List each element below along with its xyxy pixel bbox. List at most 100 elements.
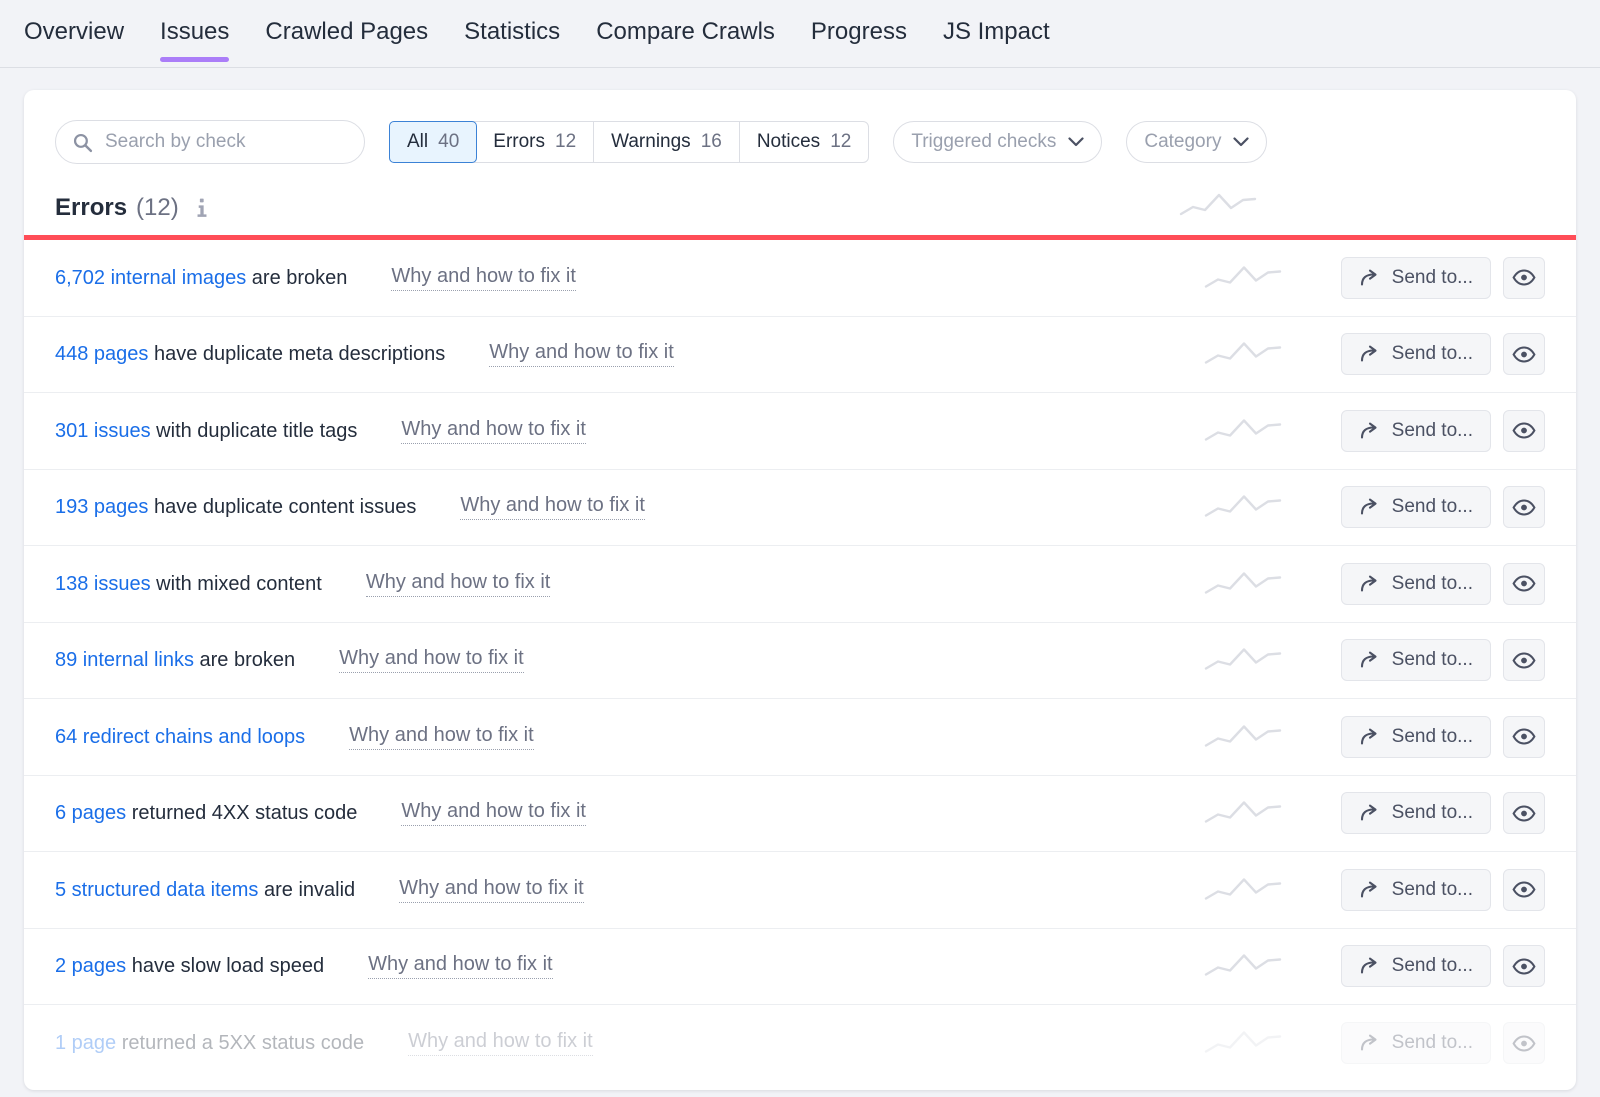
- toggle-visibility-button[interactable]: [1503, 945, 1545, 987]
- tab-progress[interactable]: Progress: [811, 18, 907, 62]
- issue-description: 5 structured data items are invalid: [55, 878, 355, 902]
- send-to-button[interactable]: Send to...: [1341, 410, 1491, 452]
- issue-count-link[interactable]: 5 structured data items: [55, 879, 258, 901]
- issue-sparkline: [1204, 719, 1282, 754]
- toggle-visibility-button[interactable]: [1503, 257, 1545, 299]
- eye-icon: [1512, 269, 1536, 286]
- issue-row[interactable]: 1 page returned a 5XX status code Why and…: [24, 1005, 1576, 1082]
- send-to-button[interactable]: Send to...: [1341, 945, 1491, 987]
- filter-count: 12: [555, 131, 576, 153]
- why-and-how-to-fix-it-link[interactable]: Why and how to fix it: [339, 647, 524, 673]
- issue-count-link[interactable]: 301 issues: [55, 420, 151, 442]
- issue-row[interactable]: 64 redirect chains and loops Why and how …: [24, 699, 1576, 776]
- dropdown-triggered-checks[interactable]: Triggered checks: [893, 121, 1102, 163]
- issue-row[interactable]: 138 issues with mixed contentWhy and how…: [24, 546, 1576, 623]
- issue-row[interactable]: 301 issues with duplicate title tagsWhy …: [24, 393, 1576, 470]
- send-to-label: Send to...: [1392, 343, 1473, 365]
- issue-count-link[interactable]: 6,702 internal images: [55, 267, 246, 289]
- issue-sparkline: [1204, 949, 1282, 984]
- why-and-how-to-fix-it-link[interactable]: Why and how to fix it: [399, 877, 584, 903]
- row-actions: Send to...: [1341, 716, 1545, 758]
- issue-description: 1 page returned a 5XX status code: [55, 1031, 364, 1055]
- tab-issues[interactable]: Issues: [160, 18, 229, 62]
- why-and-how-to-fix-it-link[interactable]: Why and how to fix it: [408, 1030, 593, 1056]
- issues-card: All40Errors12Warnings16 Notices 12 Trigger…: [24, 90, 1576, 1090]
- toggle-visibility-button[interactable]: [1503, 639, 1545, 681]
- share-arrow-icon: [1359, 497, 1381, 517]
- filter-label: Notices: [757, 131, 820, 153]
- issue-row[interactable]: 6,702 internal images are brokenWhy and …: [24, 240, 1576, 317]
- eye-icon: [1512, 805, 1536, 822]
- send-to-button[interactable]: Send to...: [1341, 333, 1491, 375]
- filter-count: 12: [830, 131, 851, 153]
- filter-count: 40: [438, 131, 459, 153]
- send-to-button[interactable]: Send to...: [1341, 716, 1491, 758]
- search-input[interactable]: [105, 131, 348, 153]
- toggle-visibility-button[interactable]: [1503, 869, 1545, 911]
- info-icon[interactable]: [193, 198, 211, 218]
- send-to-button[interactable]: Send to...: [1341, 257, 1491, 299]
- tab-crawled-pages[interactable]: Crawled Pages: [265, 18, 428, 62]
- send-to-button[interactable]: Send to...: [1341, 792, 1491, 834]
- send-to-button[interactable]: Send to...: [1341, 639, 1491, 681]
- why-and-how-to-fix-it-link[interactable]: Why and how to fix it: [401, 418, 586, 444]
- why-and-how-to-fix-it-link[interactable]: Why and how to fix it: [391, 265, 576, 291]
- issue-row[interactable]: 6 pages returned 4XX status codeWhy and …: [24, 776, 1576, 853]
- toggle-visibility-button[interactable]: [1503, 563, 1545, 605]
- issue-count-link[interactable]: 2 pages: [55, 955, 126, 977]
- issues-list: 6,702 internal images are broken Why and …: [24, 240, 1576, 1082]
- eye-icon: [1512, 728, 1536, 745]
- toggle-visibility-button[interactable]: [1503, 333, 1545, 375]
- section-sparkline: [1179, 188, 1257, 223]
- search-box[interactable]: [55, 120, 365, 164]
- issue-count-link[interactable]: 138 issues: [55, 573, 151, 595]
- why-and-how-to-fix-it-link[interactable]: Why and how to fix it: [368, 953, 553, 979]
- eye-icon: [1512, 422, 1536, 439]
- dropdown-category[interactable]: Category: [1126, 121, 1267, 163]
- toggle-visibility-button[interactable]: [1503, 486, 1545, 528]
- issue-count-link[interactable]: 448 pages: [55, 343, 148, 365]
- issue-row[interactable]: 5 structured data items are invalid Why a…: [24, 852, 1576, 929]
- issue-sparkline: [1204, 796, 1282, 831]
- filter-errors[interactable]: Errors12: [476, 122, 594, 162]
- share-arrow-icon: [1359, 727, 1381, 747]
- send-to-label: Send to...: [1392, 420, 1473, 442]
- issue-sparkline: [1204, 643, 1282, 678]
- eye-icon: [1512, 881, 1536, 898]
- issue-count-link[interactable]: 193 pages: [55, 496, 148, 518]
- toggle-visibility-button[interactable]: [1503, 1022, 1545, 1064]
- send-to-button[interactable]: Send to...: [1341, 869, 1491, 911]
- filter-all[interactable]: All40: [389, 121, 477, 163]
- send-to-label: Send to...: [1392, 496, 1473, 518]
- toggle-visibility-button[interactable]: [1503, 410, 1545, 452]
- tab-overview[interactable]: Overview: [24, 18, 124, 62]
- send-to-button[interactable]: Send to...: [1341, 486, 1491, 528]
- send-to-button[interactable]: Send to...: [1341, 1022, 1491, 1064]
- filter-warnings[interactable]: Warnings16: [594, 122, 740, 162]
- issue-row[interactable]: 2 pages have slow load speedWhy and how …: [24, 929, 1576, 1006]
- why-and-how-to-fix-it-link[interactable]: Why and how to fix it: [401, 800, 586, 826]
- toggle-visibility-button[interactable]: [1503, 716, 1545, 758]
- issue-sparkline: [1204, 337, 1282, 372]
- why-and-how-to-fix-it-link[interactable]: Why and how to fix it: [349, 724, 534, 750]
- why-and-how-to-fix-it-link[interactable]: Why and how to fix it: [366, 571, 551, 597]
- issue-row[interactable]: 448 pages have duplicate meta descriptio…: [24, 317, 1576, 394]
- tab-statistics[interactable]: Statistics: [464, 18, 560, 62]
- why-and-how-to-fix-it-link[interactable]: Why and how to fix it: [489, 341, 674, 367]
- issue-count-link[interactable]: 1 page: [55, 1032, 116, 1054]
- tab-compare-crawls[interactable]: Compare Crawls: [596, 18, 775, 62]
- issue-row[interactable]: 193 pages have duplicate content issuesW…: [24, 470, 1576, 547]
- issue-count-link[interactable]: 89 internal links: [55, 649, 194, 671]
- toggle-visibility-button[interactable]: [1503, 792, 1545, 834]
- tab-js-impact[interactable]: JS Impact: [943, 18, 1050, 62]
- row-actions: Send to...: [1341, 563, 1545, 605]
- why-and-how-to-fix-it-link[interactable]: Why and how to fix it: [460, 494, 645, 520]
- share-arrow-icon: [1359, 803, 1381, 823]
- issue-count-link[interactable]: 6 pages: [55, 802, 126, 824]
- send-to-button[interactable]: Send to...: [1341, 563, 1491, 605]
- issue-rest-text: are broken: [194, 649, 295, 671]
- issue-rest-text: returned a 5XX status code: [116, 1032, 364, 1054]
- filter-notices[interactable]: Notices 12: [740, 122, 869, 162]
- issue-row[interactable]: 89 internal links are broken Why and how …: [24, 623, 1576, 700]
- issue-count-link[interactable]: 64 redirect chains and loops: [55, 726, 305, 748]
